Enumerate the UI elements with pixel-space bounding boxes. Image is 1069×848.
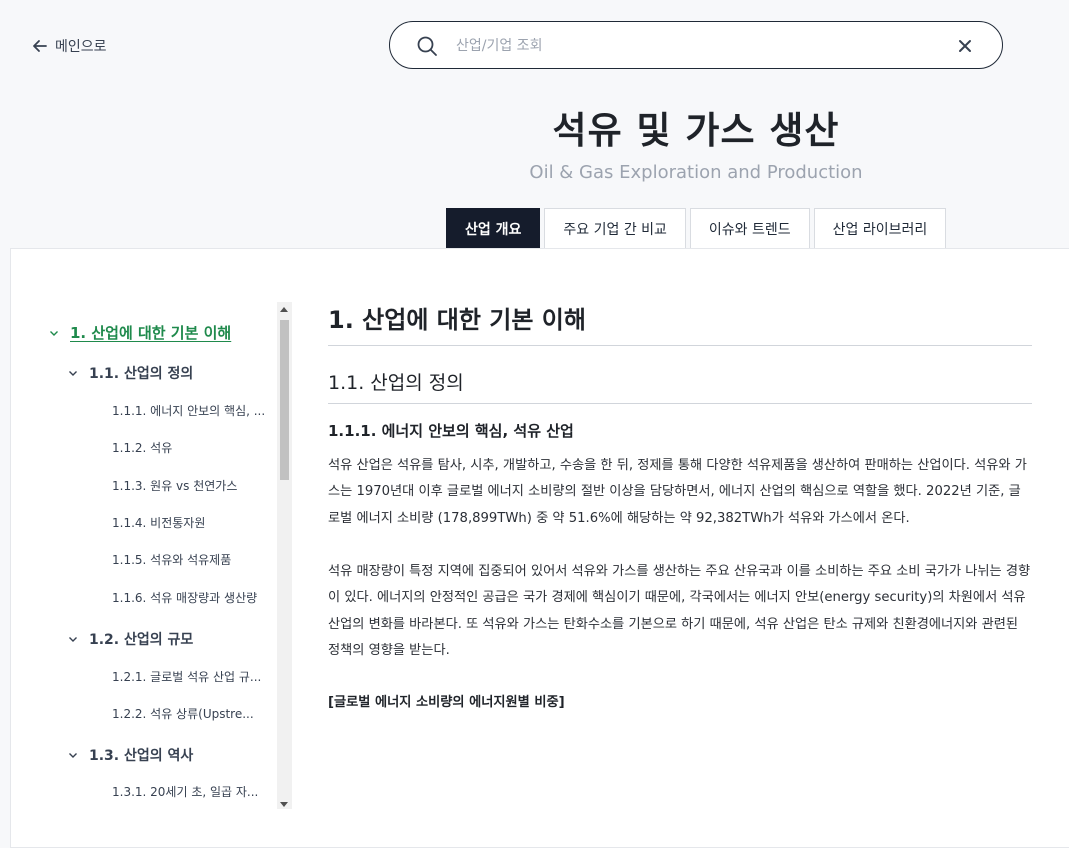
page-subtitle: Oil & Gas Exploration and Production bbox=[529, 162, 863, 183]
toc-item-1-1[interactable]: 1.1. 산업의 정의 bbox=[67, 363, 193, 383]
toc-label: 1.1.2. 석유 bbox=[112, 441, 173, 455]
toc-label: 1.1.4. 비전통자원 bbox=[112, 516, 206, 530]
tab-industry-overview[interactable]: 산업 개요 bbox=[446, 208, 541, 248]
table-of-contents: 1. 산업에 대한 기본 이해 1.1. 산업의 정의 1.1.1. 에너지 안… bbox=[43, 302, 273, 809]
scroll-thumb[interactable] bbox=[280, 320, 289, 480]
toc-label: 1.2.1. 글로벌 석유 산업 규... bbox=[112, 670, 262, 684]
toc-item-1-3-1[interactable]: 1.3.1. 20세기 초, 일곱 자... bbox=[112, 783, 258, 800]
tab-company-comparison[interactable]: 주요 기업 간 비교 bbox=[544, 208, 686, 248]
arrow-left-icon bbox=[33, 40, 47, 52]
close-icon[interactable] bbox=[956, 37, 974, 55]
toc-label: 1.1.6. 석유 매장량과 생산량 bbox=[112, 591, 258, 605]
toc-item-1-2-2[interactable]: 1.2.2. 석유 상류(Upstre... bbox=[112, 705, 254, 722]
back-to-main-link[interactable]: 메인으로 bbox=[31, 34, 107, 58]
paragraph-1: 석유 산업은 석유를 탐사, 시추, 개발하고, 수송을 한 뒤, 정제를 통해… bbox=[328, 458, 1027, 526]
toc-scrollbar[interactable] bbox=[277, 302, 292, 809]
toc-label: 1.1.5. 석유와 석유제품 bbox=[112, 553, 232, 567]
toc-item-1[interactable]: 1. 산업에 대한 기본 이해 bbox=[48, 322, 231, 343]
chevron-down-icon bbox=[69, 371, 77, 376]
toc-item-1-1-2[interactable]: 1.1.2. 석유 bbox=[112, 439, 172, 456]
toc-item-1-2-1[interactable]: 1.2.1. 글로벌 석유 산업 규... bbox=[112, 668, 261, 685]
scroll-up-arrow[interactable] bbox=[280, 307, 288, 312]
toc-label: 1.1.3. 원유 vs 천연가스 bbox=[112, 479, 238, 493]
search-input[interactable] bbox=[454, 30, 928, 62]
toc-item-1-1-1[interactable]: 1.1.1. 에너지 안보의 핵심, ... bbox=[112, 402, 272, 419]
toc-label: 1.2.2. 석유 상류(Upstre... bbox=[112, 707, 254, 721]
section-heading: 1. 산업에 대한 기본 이해 bbox=[328, 300, 1032, 346]
subsection-heading: 1.1. 산업의 정의 bbox=[328, 368, 1032, 404]
toc-item-1-1-4[interactable]: 1.1.4. 비전통자원 bbox=[112, 514, 205, 531]
toc-item-1-3[interactable]: 1.3. 산업의 역사 bbox=[67, 745, 193, 765]
back-label: 메인으로 bbox=[55, 39, 107, 55]
page-title: 석유 및 가스 생산 bbox=[552, 109, 840, 152]
tab-industry-library[interactable]: 산업 라이브러리 bbox=[813, 208, 947, 248]
toc-label: 1.1.1. 에너지 안보의 핵심, ... bbox=[112, 404, 266, 418]
toc-label: 1.3. 산업의 역사 bbox=[89, 748, 194, 764]
toc-item-1-1-5[interactable]: 1.1.5. 석유와 석유제품 bbox=[112, 551, 231, 568]
toc-label: 1. 산업에 대한 기본 이해 bbox=[70, 324, 232, 342]
scroll-down-arrow[interactable] bbox=[280, 802, 288, 807]
toc-label: 1.2. 산업의 규모 bbox=[89, 632, 194, 648]
search-icon bbox=[417, 36, 437, 56]
section-tabs: 산업 개요 주요 기업 간 비교 이슈와 트렌드 산업 라이브러리 bbox=[446, 208, 947, 248]
search-box bbox=[389, 21, 1003, 69]
paragraph-2: 석유 매장량이 특정 지역에 집중되어 있어서 석유와 가스를 생산하는 주요 … bbox=[328, 564, 1031, 659]
tab-issues-trends[interactable]: 이슈와 트렌드 bbox=[689, 208, 810, 248]
figure-caption: [글로벌 에너지 소비량의 에너지원별 비중] bbox=[328, 695, 565, 710]
toc-item-1-1-3[interactable]: 1.1.3. 원유 vs 천연가스 bbox=[112, 477, 237, 494]
chevron-down-icon bbox=[50, 330, 58, 336]
toc-label: 1.3.1. 20세기 초, 일곱 자... bbox=[112, 785, 259, 799]
sub-subsection-heading: 1.1.1. 에너지 안보의 핵심, 석유 산업 bbox=[328, 422, 574, 440]
chevron-down-icon bbox=[69, 753, 77, 758]
chevron-down-icon bbox=[69, 637, 77, 642]
toc-label: 1.1. 산업의 정의 bbox=[89, 366, 194, 382]
toc-item-1-1-6[interactable]: 1.1.6. 석유 매장량과 생산량 bbox=[112, 589, 257, 606]
toc-item-1-2[interactable]: 1.2. 산업의 규모 bbox=[67, 629, 193, 649]
